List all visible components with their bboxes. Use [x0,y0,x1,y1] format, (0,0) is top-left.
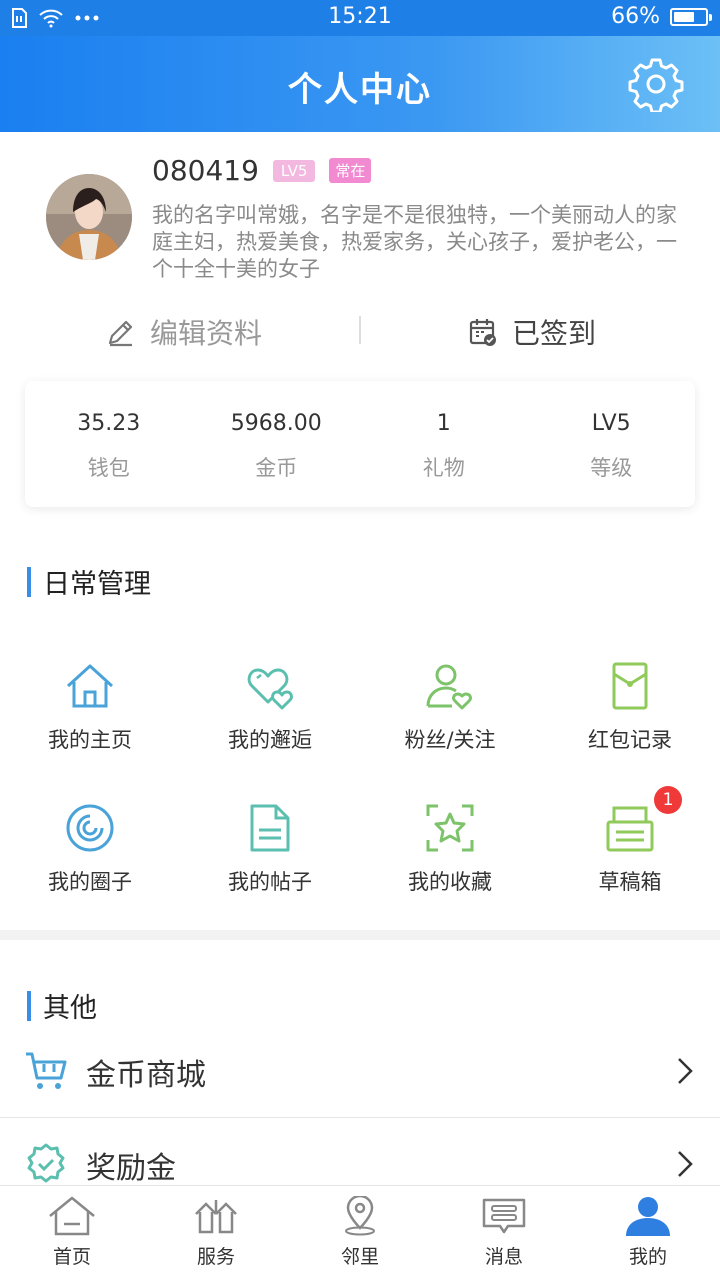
pencil-icon [108,320,133,347]
action-divider [359,316,361,344]
drafts-count-badge: 1 [654,786,682,814]
stat-value: 1 [436,411,451,436]
grid-item-drafts[interactable]: 1 草稿箱 [540,786,720,896]
edit-profile-button[interactable]: 编辑资料 [106,308,262,356]
battery-icon [670,7,712,26]
stats-card: 35.23 钱包 5968.00 金币 1 礼物 LV5 等级 [25,381,695,507]
battery-percent: 66% [611,4,660,29]
chevron-right-icon [678,1058,693,1084]
avatar[interactable] [46,174,132,260]
stat-value: 5968.00 [230,411,322,436]
grid-item-label: 我的邂逅 [228,728,312,752]
grid-item-label: 我的帖子 [228,870,312,894]
stat-label: 礼物 [422,456,465,480]
username: 080419 [152,154,259,187]
nav-label: 服务 [196,1246,235,1268]
nav-label: 首页 [52,1246,91,1268]
name-row: 080419 LV5 常在 [152,154,372,187]
nav-label: 邻里 [340,1246,379,1268]
section-separator [0,930,720,940]
drafts-icon [606,806,654,852]
grid-item-circles[interactable]: 我的圈子 [0,802,180,896]
cart-icon [26,1052,67,1089]
nav-item-messages[interactable]: 消息 [432,1186,576,1280]
section-accent-bar [27,990,31,1021]
stat-wallet[interactable]: 35.23 钱包 [25,381,193,507]
grid-item-label: 红包记录 [588,728,672,752]
profile-actions: 编辑资料 已签到 [0,308,720,356]
section-accent-bar [27,566,31,597]
page-title: 个人中心 [288,70,432,110]
star-icon [426,804,474,852]
stat-label: 金币 [255,456,298,480]
others-section-title: 其他 [27,986,97,1025]
stat-value: LV5 [591,411,631,436]
red-packet-icon [612,662,648,710]
daily-title-text: 日常管理 [43,569,151,600]
stat-coins[interactable]: 5968.00 金币 [193,381,361,507]
nav-item-me[interactable]: 我的 [576,1186,720,1280]
home-icon [66,664,114,708]
daily-grid: 我的主页 我的邂逅 粉丝/关注 红包记录 我的圈子 我的帖子 我的收藏 1 草稿… [0,660,720,910]
signed-in-label: 已签到 [512,317,597,350]
award-icon [27,1143,65,1183]
stat-label: 等级 [590,456,633,480]
services-icon [195,1200,237,1234]
circle-icon [66,804,114,852]
chevron-right-icon [678,1151,693,1177]
level-badge: LV5 [272,159,316,182]
list-item-coin-mall[interactable]: 金币商城 [0,1026,720,1118]
user-heart-icon [426,664,472,710]
bio-text: 我的名字叫常娥，名字是不是很独特，一个美丽动人的家庭主妇，热爱美食，热爱家务，关… [152,203,677,281]
bottom-nav: 首页 服务 邻里 消息 我的 [0,1185,720,1280]
signed-in-button[interactable]: 已签到 [468,308,596,356]
grid-item-label: 我的圈子 [48,870,132,894]
grid-item-homepage[interactable]: 我的主页 [0,660,180,754]
home-icon [49,1196,95,1236]
stat-gifts[interactable]: 1 礼物 [360,381,528,507]
hearts-icon [247,668,293,710]
grid-item-label: 我的收藏 [408,870,492,894]
list-item-label: 奖励金 [86,1151,176,1186]
app-header: 个人中心 [0,36,720,132]
document-icon [250,804,290,852]
status-right: 66% [611,4,712,29]
nav-label: 消息 [484,1246,523,1268]
nav-item-services[interactable]: 服务 [144,1186,288,1280]
stat-value: 35.23 [77,411,141,436]
profile-section: 080419 LV5 常在 我的名字叫常娥，名字是不是很独特，一个美丽动人的家庭… [0,132,720,372]
grid-item-fans-follow[interactable]: 粉丝/关注 [360,660,540,754]
calendar-check-icon [469,319,496,346]
person-icon [626,1197,670,1236]
message-icon [482,1198,526,1234]
grid-item-label: 我的主页 [48,728,132,752]
grid-item-posts[interactable]: 我的帖子 [180,802,360,896]
status-bar: 15:21 66% [0,0,720,36]
grid-item-favorites[interactable]: 我的收藏 [360,802,540,896]
others-title-text: 其他 [43,993,97,1024]
location-icon [345,1196,375,1236]
nav-item-home[interactable]: 首页 [0,1186,144,1280]
stat-label: 钱包 [87,456,130,480]
stat-level[interactable]: LV5 等级 [528,381,696,507]
nav-item-neighborhood[interactable]: 邻里 [288,1186,432,1280]
daily-section-title: 日常管理 [27,562,151,601]
edit-profile-label: 编辑资料 [150,317,263,350]
grid-item-label: 粉丝/关注 [404,728,496,752]
grid-item-encounters[interactable]: 我的邂逅 [180,660,360,754]
grid-item-label: 草稿箱 [598,870,662,894]
grid-item-red-packet[interactable]: 红包记录 [540,660,720,754]
status-badge: 常在 [329,158,372,183]
nav-label: 我的 [628,1246,667,1268]
gear-icon[interactable] [628,56,684,112]
list-item-label: 金币商城 [86,1058,206,1093]
